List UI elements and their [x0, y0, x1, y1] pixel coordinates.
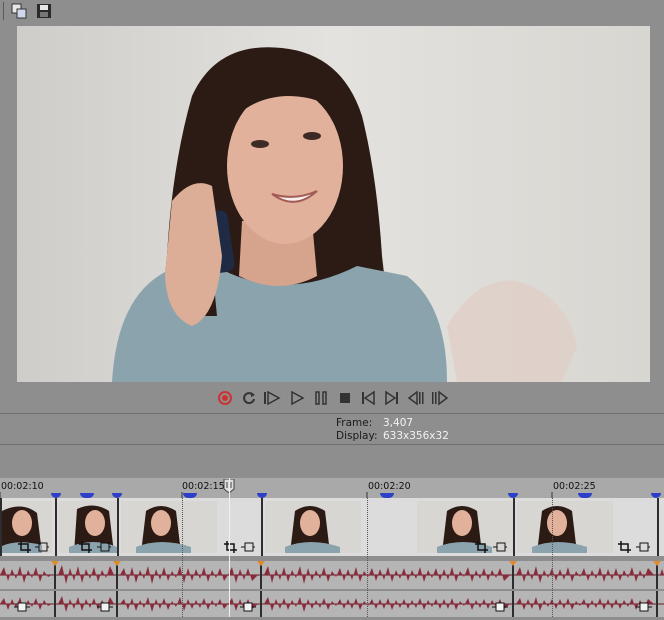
audio-fx-icon[interactable] — [240, 601, 256, 613]
save-snapshot-button[interactable] — [36, 3, 52, 19]
ruler-tick: 00:02:20 — [368, 481, 411, 492]
grid-line — [182, 498, 183, 617]
next-marker-button[interactable] — [383, 388, 401, 408]
audio-track-right[interactable] — [0, 591, 664, 617]
previous-marker-button[interactable] — [359, 388, 377, 408]
copy-snapshot-button[interactable] — [11, 3, 27, 19]
frame-label: Frame: — [336, 417, 373, 429]
crop-icon[interactable] — [475, 541, 489, 553]
previous-frame-icon — [407, 390, 424, 406]
copy-snapshot-icon — [11, 3, 27, 19]
video-clip[interactable] — [261, 498, 514, 556]
play-from-start-icon — [264, 390, 281, 406]
timeline-ruler[interactable]: 00:02:10 00:02:15 00:02:20 00:02:25 — [0, 478, 664, 498]
frame-value: 3,407 — [383, 417, 414, 429]
video-clip[interactable] — [0, 498, 56, 556]
grid-line — [552, 498, 553, 617]
next-frame-button[interactable] — [431, 388, 449, 408]
separator — [0, 413, 664, 414]
audio-waveform — [0, 561, 664, 589]
play-button[interactable] — [288, 388, 306, 408]
stop-button[interactable] — [336, 388, 354, 408]
crop-icon[interactable] — [18, 541, 32, 553]
preview-info: Frame: 3,407 Display: 633x356x32 — [336, 417, 449, 443]
crop-icon[interactable] — [79, 541, 93, 553]
audio-fx-icon[interactable] — [97, 601, 113, 613]
ruler-tick: 00:02:15 — [182, 481, 225, 492]
video-clip[interactable] — [513, 498, 658, 556]
clip-thumbnail — [265, 501, 361, 553]
ruler-tick: 00:02:10 — [1, 481, 44, 492]
video-preview — [17, 26, 650, 382]
video-track[interactable] — [0, 498, 664, 556]
clip-fx-icon[interactable] — [35, 541, 49, 553]
audio-fx-icon[interactable] — [14, 601, 30, 613]
video-clip[interactable] — [117, 498, 262, 556]
pause-button[interactable] — [312, 388, 330, 408]
loop-icon — [243, 392, 255, 405]
loop-button[interactable] — [240, 388, 258, 408]
save-snapshot-icon — [37, 4, 51, 18]
next-frame-icon — [432, 390, 449, 406]
audio-fx-icon[interactable] — [492, 601, 508, 613]
video-clip[interactable] — [657, 498, 664, 556]
display-value: 633x356x32 — [383, 430, 449, 442]
display-row: Display: 633x356x32 — [336, 430, 449, 443]
clip-thumbnail — [517, 501, 613, 553]
audio-track-left[interactable] — [0, 561, 664, 589]
toolbar-separator — [3, 2, 4, 20]
clip-fx-icon[interactable] — [636, 541, 650, 553]
play-from-start-button[interactable] — [263, 388, 281, 408]
audio-fx-icon[interactable] — [636, 601, 652, 613]
previous-frame-button[interactable] — [407, 388, 425, 408]
previous-frame-marker-icon — [362, 390, 375, 406]
grid-line — [367, 498, 368, 617]
frame-row: Frame: 3,407 — [336, 417, 449, 430]
crop-icon[interactable] — [618, 541, 632, 553]
record-icon — [218, 391, 232, 405]
video-clip[interactable] — [55, 498, 118, 556]
display-label: Display: — [336, 430, 378, 442]
clip-thumbnail — [121, 501, 217, 553]
ruler-tick: 00:02:25 — [553, 481, 596, 492]
crop-icon[interactable] — [224, 541, 238, 553]
stop-icon — [340, 393, 350, 403]
separator — [0, 444, 664, 445]
preview-toolbar — [0, 0, 664, 22]
clip-fx-icon[interactable] — [241, 541, 255, 553]
play-icon — [291, 390, 305, 406]
clip-fx-icon[interactable] — [97, 541, 111, 553]
next-frame-marker-icon — [385, 390, 398, 406]
preview-frame-image — [17, 26, 650, 382]
playhead-cursor[interactable] — [229, 478, 230, 617]
clip-fx-icon[interactable] — [493, 541, 507, 553]
record-button[interactable] — [216, 388, 234, 408]
pause-icon — [315, 391, 327, 405]
